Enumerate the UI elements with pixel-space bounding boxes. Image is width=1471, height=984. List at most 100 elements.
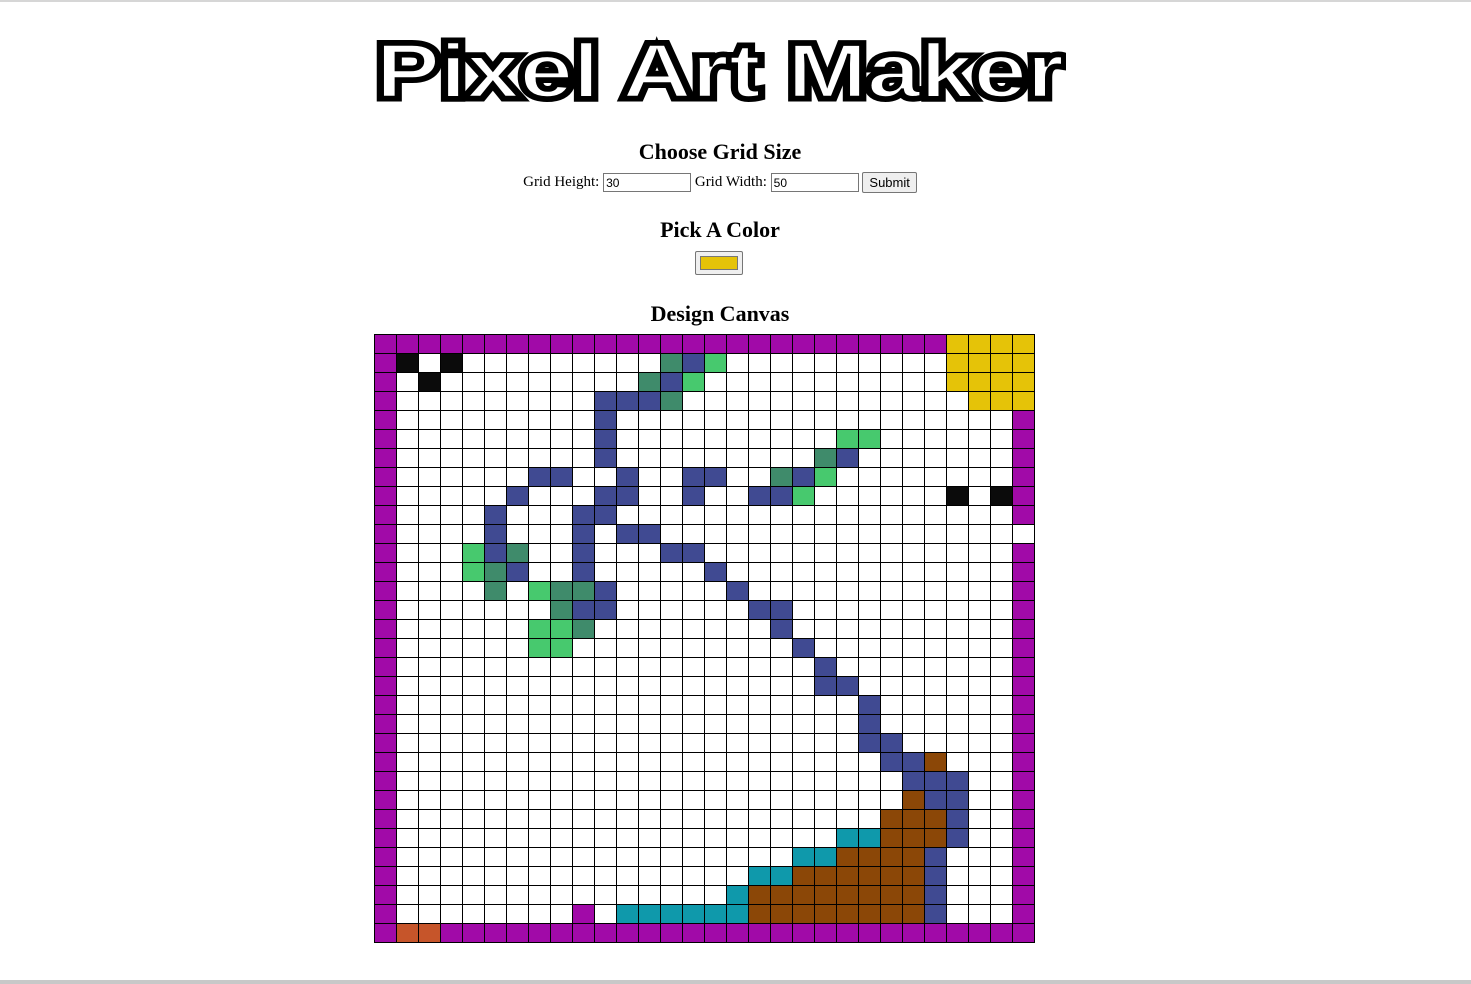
canvas-pixel[interactable] xyxy=(396,334,419,354)
canvas-pixel[interactable] xyxy=(1012,619,1035,639)
canvas-pixel[interactable] xyxy=(726,524,749,544)
canvas-pixel[interactable] xyxy=(484,676,507,696)
canvas-pixel[interactable] xyxy=(726,809,749,829)
canvas-pixel[interactable] xyxy=(616,486,639,506)
canvas-pixel[interactable] xyxy=(616,467,639,487)
canvas-pixel[interactable] xyxy=(1012,790,1035,810)
canvas-pixel[interactable] xyxy=(770,904,793,924)
canvas-pixel[interactable] xyxy=(814,733,837,753)
canvas-pixel[interactable] xyxy=(572,790,595,810)
canvas-pixel[interactable] xyxy=(704,448,727,468)
canvas-pixel[interactable] xyxy=(396,657,419,677)
canvas-pixel[interactable] xyxy=(990,334,1013,354)
canvas-pixel[interactable] xyxy=(682,353,705,373)
canvas-pixel[interactable] xyxy=(396,714,419,734)
canvas-pixel[interactable] xyxy=(924,790,947,810)
canvas-pixel[interactable] xyxy=(462,505,485,525)
canvas-pixel[interactable] xyxy=(660,828,683,848)
canvas-pixel[interactable] xyxy=(726,676,749,696)
canvas-pixel[interactable] xyxy=(814,885,837,905)
canvas-pixel[interactable] xyxy=(968,733,991,753)
canvas-pixel[interactable] xyxy=(550,581,573,601)
canvas-pixel[interactable] xyxy=(792,657,815,677)
canvas-pixel[interactable] xyxy=(550,391,573,411)
canvas-pixel[interactable] xyxy=(792,467,815,487)
canvas-pixel[interactable] xyxy=(792,771,815,791)
canvas-pixel[interactable] xyxy=(528,923,551,943)
canvas-pixel[interactable] xyxy=(396,790,419,810)
canvas-pixel[interactable] xyxy=(946,486,969,506)
canvas-pixel[interactable] xyxy=(1012,543,1035,563)
canvas-pixel[interactable] xyxy=(462,638,485,658)
canvas-pixel[interactable] xyxy=(858,486,881,506)
canvas-pixel[interactable] xyxy=(550,505,573,525)
canvas-pixel[interactable] xyxy=(594,923,617,943)
canvas-pixel[interactable] xyxy=(506,391,529,411)
canvas-pixel[interactable] xyxy=(748,353,771,373)
canvas-pixel[interactable] xyxy=(550,904,573,924)
canvas-pixel[interactable] xyxy=(594,638,617,658)
canvas-pixel[interactable] xyxy=(968,752,991,772)
canvas-pixel[interactable] xyxy=(836,923,859,943)
canvas-pixel[interactable] xyxy=(418,904,441,924)
canvas-pixel[interactable] xyxy=(924,733,947,753)
canvas-pixel[interactable] xyxy=(902,581,925,601)
canvas-pixel[interactable] xyxy=(858,524,881,544)
canvas-pixel[interactable] xyxy=(880,790,903,810)
canvas-pixel[interactable] xyxy=(528,904,551,924)
canvas-pixel[interactable] xyxy=(528,410,551,430)
canvas-pixel[interactable] xyxy=(682,372,705,392)
canvas-pixel[interactable] xyxy=(660,733,683,753)
canvas-pixel[interactable] xyxy=(484,486,507,506)
canvas-pixel[interactable] xyxy=(726,486,749,506)
canvas-pixel[interactable] xyxy=(594,771,617,791)
canvas-pixel[interactable] xyxy=(1012,923,1035,943)
canvas-pixel[interactable] xyxy=(726,771,749,791)
canvas-pixel[interactable] xyxy=(946,714,969,734)
canvas-pixel[interactable] xyxy=(880,524,903,544)
canvas-pixel[interactable] xyxy=(418,486,441,506)
canvas-pixel[interactable] xyxy=(990,904,1013,924)
canvas-pixel[interactable] xyxy=(594,676,617,696)
canvas-pixel[interactable] xyxy=(836,752,859,772)
canvas-pixel[interactable] xyxy=(506,923,529,943)
canvas-pixel[interactable] xyxy=(682,809,705,829)
canvas-pixel[interactable] xyxy=(836,885,859,905)
canvas-pixel[interactable] xyxy=(924,657,947,677)
canvas-pixel[interactable] xyxy=(638,695,661,715)
canvas-pixel[interactable] xyxy=(418,695,441,715)
canvas-pixel[interactable] xyxy=(550,486,573,506)
canvas-pixel[interactable] xyxy=(616,904,639,924)
canvas-pixel[interactable] xyxy=(418,638,441,658)
canvas-pixel[interactable] xyxy=(528,334,551,354)
canvas-pixel[interactable] xyxy=(704,733,727,753)
canvas-pixel[interactable] xyxy=(506,505,529,525)
canvas-pixel[interactable] xyxy=(792,714,815,734)
canvas-pixel[interactable] xyxy=(638,505,661,525)
canvas-pixel[interactable] xyxy=(550,467,573,487)
canvas-pixel[interactable] xyxy=(1012,334,1035,354)
canvas-pixel[interactable] xyxy=(440,885,463,905)
canvas-pixel[interactable] xyxy=(748,600,771,620)
canvas-pixel[interactable] xyxy=(704,600,727,620)
canvas-pixel[interactable] xyxy=(902,885,925,905)
canvas-pixel[interactable] xyxy=(374,353,397,373)
canvas-pixel[interactable] xyxy=(858,581,881,601)
canvas-pixel[interactable] xyxy=(550,619,573,639)
canvas-pixel[interactable] xyxy=(396,353,419,373)
canvas-pixel[interactable] xyxy=(990,391,1013,411)
canvas-pixel[interactable] xyxy=(682,733,705,753)
canvas-pixel[interactable] xyxy=(858,600,881,620)
canvas-pixel[interactable] xyxy=(638,372,661,392)
canvas-pixel[interactable] xyxy=(594,372,617,392)
canvas-pixel[interactable] xyxy=(682,524,705,544)
canvas-pixel[interactable] xyxy=(660,923,683,943)
canvas-pixel[interactable] xyxy=(440,752,463,772)
canvas-pixel[interactable] xyxy=(726,429,749,449)
canvas-pixel[interactable] xyxy=(374,847,397,867)
canvas-pixel[interactable] xyxy=(682,600,705,620)
canvas-pixel[interactable] xyxy=(924,372,947,392)
canvas-pixel[interactable] xyxy=(836,809,859,829)
canvas-pixel[interactable] xyxy=(814,847,837,867)
canvas-pixel[interactable] xyxy=(726,904,749,924)
